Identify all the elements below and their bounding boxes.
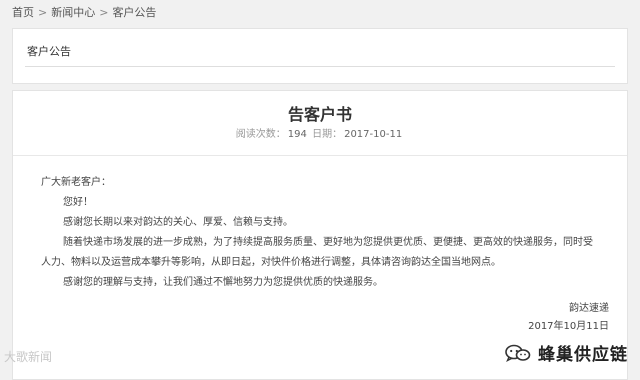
watermark-left: 大歌新闻 (4, 348, 52, 365)
section-divider (25, 66, 615, 67)
wechat-logo-icon (504, 344, 532, 362)
breadcrumb-separator: > (99, 6, 109, 19)
signature-company: 韵达速递 (569, 303, 609, 314)
watermark-right: 蜂巢供应链 (504, 340, 628, 365)
article-body: 广大新老客户： 您好！ 感谢您长期以来对韵达的关心、厚爱、信赖与支持。 随着快递… (41, 173, 599, 293)
paragraph: 随着快递市场发展的进一步成熟，为了持续提高服务质量、更好地为您提供更优质、更便捷… (41, 237, 593, 268)
date-label: 日期： (312, 129, 343, 140)
section-title: 客户公告 (27, 45, 71, 58)
paragraph: 您好！ (63, 197, 93, 208)
salutation: 广大新老客户： (41, 177, 111, 188)
paragraph: 感谢您的理解与支持，让我们通过不懈地努力为您提供优质的快递服务。 (63, 277, 383, 288)
signature-date: 2017年10月11日 (528, 321, 609, 332)
watermark-right-text: 蜂巢供应链 (538, 345, 628, 365)
article-meta: 阅读次数： 194 日期： 2017-10-11 (13, 125, 627, 140)
article-date: 2017-10-11 (344, 129, 403, 140)
content-divider (13, 155, 627, 156)
paragraph: 感谢您长期以来对韵达的关心、厚爱、信赖与支持。 (63, 217, 293, 228)
watermark-left-text: 大歌新闻 (4, 350, 53, 364)
views-label: 阅读次数： (235, 129, 286, 140)
breadcrumb-current: 客户公告 (112, 6, 157, 19)
breadcrumb-home-link[interactable]: 首页 (12, 6, 34, 19)
article-title: 告客户书 (287, 105, 352, 124)
views-count: 194 (287, 129, 307, 140)
breadcrumb-news-center-link[interactable]: 新闻中心 (51, 6, 95, 19)
breadcrumb: 首页 > 新闻中心 > 客户公告 (12, 4, 156, 20)
article-panel: 告客户书 阅读次数： 194 日期： 2017-10-11 广大新老客户： 您好！ … (12, 90, 628, 380)
section-header: 客户公告 (12, 28, 628, 84)
breadcrumb-separator: > (38, 6, 48, 19)
